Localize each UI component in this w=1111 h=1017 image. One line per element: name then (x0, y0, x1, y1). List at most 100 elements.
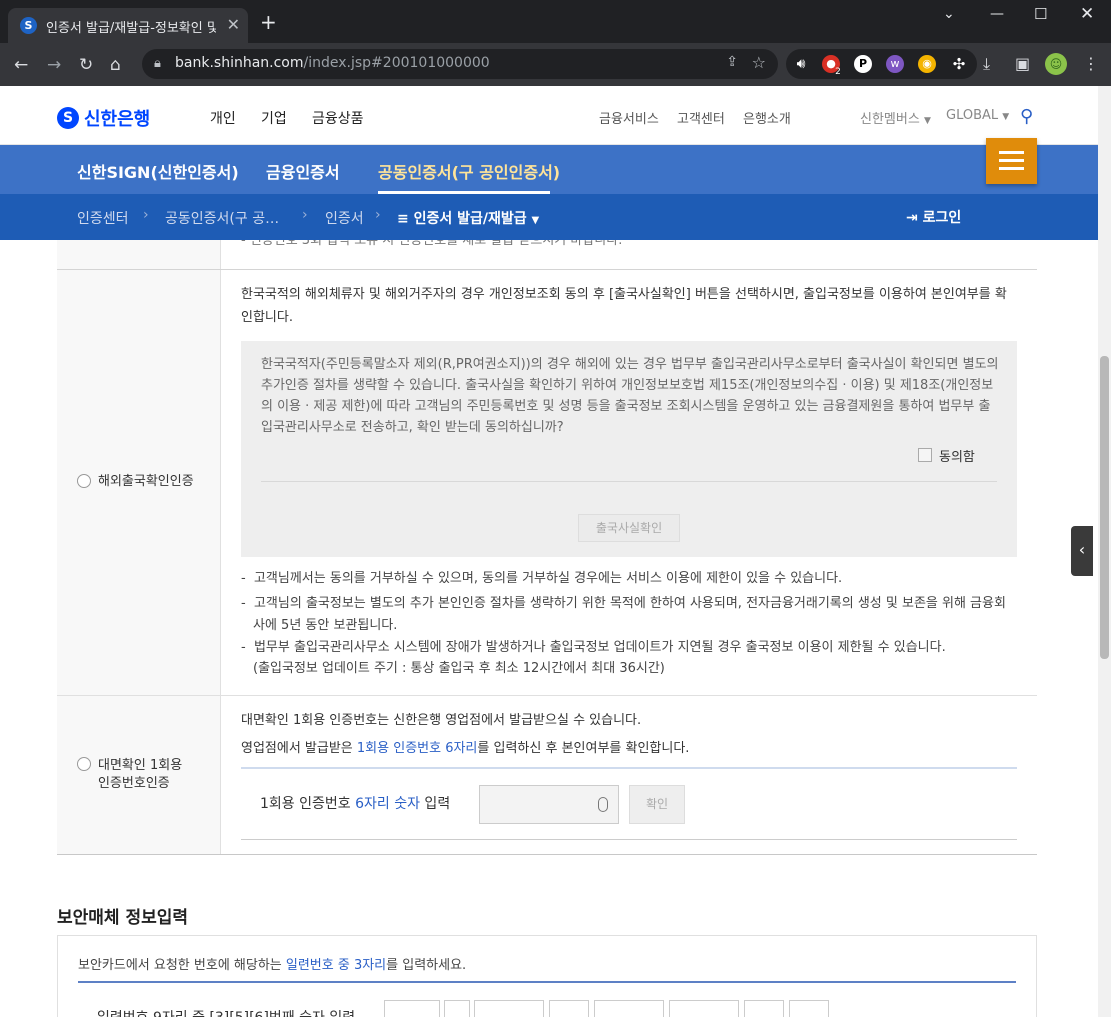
back-icon[interactable]: ← (14, 55, 28, 75)
consent-box: 한국국적자(주민등록말소자 제외(R,PR여권소지))의 경우 해외에 있는 경… (241, 341, 1017, 557)
main-content: - 인증번호 3회 입력 오류 시 인증번호를 새로 발급 받으시기 바랍니다.… (0, 240, 1098, 1017)
security-digit-cell[interactable] (474, 1000, 544, 1017)
util-about-bank[interactable]: 은행소개 (743, 108, 791, 127)
agree-checkbox[interactable] (918, 448, 932, 462)
breadcrumb-current[interactable]: ≡ 인증서 발급/재발급 ▼ (397, 208, 539, 228)
nav-personal[interactable]: 개인 (210, 108, 236, 128)
window-close-icon[interactable]: ✕ (1080, 4, 1094, 24)
breadcrumb-cert-center[interactable]: 인증센터 (77, 208, 129, 228)
maximize-icon[interactable]: ☐ (1034, 5, 1047, 23)
url-text: bank.shinhan.com/index.jsp#200101000000 (175, 55, 490, 71)
security-digit-cell[interactable] (444, 1000, 470, 1017)
extension-badge: 2 (835, 67, 841, 77)
f2f-auth-label-2: 인증번호인증 (98, 776, 170, 791)
nav-products[interactable]: 금융상품 (312, 108, 364, 128)
otp-row-top-line (241, 767, 1017, 769)
otp-confirm-button[interactable]: 확인 (629, 785, 685, 824)
tab-financial-cert[interactable]: 금융인증서 (266, 159, 340, 183)
home-icon[interactable]: ⌂ (110, 55, 121, 75)
color-extension-icon[interactable]: ◉ (918, 55, 936, 73)
breadcrumb-certificate[interactable]: 인증서 (325, 208, 364, 228)
security-digit-cell[interactable] (669, 1000, 739, 1017)
note-3: - 법무부 출입국관리사무소 시스템에 장애가 발생하거나 출입국정보 업데이트… (241, 640, 946, 655)
agree-label[interactable]: 동의함 (939, 446, 975, 465)
otp-input-label: 1회용 인증번호 6자리 숫자 입력 (260, 796, 451, 812)
bookmark-star-icon[interactable]: ☆ (752, 53, 766, 72)
nav-business[interactable]: 기업 (261, 108, 287, 128)
f2f-line-2: 영업점에서 발급받은 1회용 인증번호 6자리를 입력하신 후 본인여부를 확인… (241, 741, 690, 756)
table-bottom-line (57, 854, 1037, 855)
row-divider (57, 695, 1037, 696)
exit-confirm-button[interactable]: 출국사실확인 (578, 514, 680, 542)
chevron-right-icon: › (375, 207, 381, 223)
chevron-right-icon: › (143, 207, 149, 223)
breadcrumb-joint-cert[interactable]: 공동인증서(구 공… (165, 208, 279, 228)
address-bar[interactable]: 🔒︎ bank.shinhan.com/index.jsp#2001010000… (142, 49, 778, 79)
security-digit-cell[interactable] (384, 1000, 440, 1017)
puzzle-extensions-icon[interactable]: ✣ (950, 55, 968, 73)
scrollbar-thumb[interactable] (1100, 356, 1109, 659)
overseas-auth-radio[interactable] (77, 474, 91, 488)
tab-close-icon[interactable]: ✕ (227, 15, 240, 34)
overseas-auth-label: 해외출국확인인증 (98, 474, 194, 489)
tab-title: 인증서 발급/재발급-정보확인 및 (46, 21, 216, 36)
consent-divider (261, 481, 997, 482)
hamburger-menu-button[interactable] (986, 138, 1037, 184)
side-panel-toggle-button[interactable]: ‹ (1071, 526, 1093, 576)
otp-input-field[interactable] (479, 785, 619, 824)
tab-shinhan-sign[interactable]: 신한SIGN(신한인증서) (77, 159, 239, 183)
column-divider (220, 240, 221, 854)
row-divider (57, 269, 1037, 270)
side-panel-icon[interactable]: ▣ (1015, 54, 1030, 73)
overseas-intro: 한국국적의 해외체류자 및 해외거주자의 경우 개인정보조회 동의 후 [출국사… (241, 287, 1007, 325)
tab-joint-cert[interactable]: 공동인증서(구 공인인증서) (378, 159, 560, 183)
shinhan-logo-icon: S (57, 107, 79, 129)
login-button[interactable]: ⇥ 로그인 (906, 207, 961, 227)
util-financial-services[interactable]: 금융서비스 (599, 108, 659, 127)
new-tab-icon[interactable]: + (260, 12, 277, 32)
site-header: S 신한은행 개인 기업 금융상품 금융서비스 고객센터 은행소개 신한멤버스 … (0, 86, 1098, 145)
w-extension-icon[interactable]: w (886, 55, 904, 73)
lock-icon[interactable]: 🔒︎ (154, 56, 161, 71)
note-1: - 고객님께서는 동의를 거부하실 수 있으며, 동의를 거부하실 경우에는 서… (241, 571, 843, 586)
tab-search-chevron-icon[interactable]: ⌄ (943, 6, 955, 22)
security-input-label: 일련번호 9자리 중 [3][5][6]번째 숫자 입력 (97, 1007, 355, 1017)
chevron-right-icon: › (302, 207, 308, 223)
p-extension-icon[interactable]: P (854, 55, 872, 73)
login-icon: ⇥ (906, 210, 918, 226)
security-digit-cell[interactable] (789, 1000, 829, 1017)
global-dropdown[interactable]: GLOBAL ▼ (946, 108, 1009, 123)
f2f-auth-radio[interactable] (77, 757, 91, 771)
browser-menu-icon[interactable]: ⋮ (1083, 54, 1099, 73)
browser-tab[interactable]: S 인증서 발급/재발급-정보확인 및 ✕ (8, 8, 248, 43)
util-customer-center[interactable]: 고객센터 (677, 108, 725, 127)
security-description: 보안카드에서 요청한 번호에 해당하는 일련번호 중 3자리를 입력하세요. (78, 958, 467, 973)
reload-icon[interactable]: ↻ (79, 55, 93, 75)
shinhan-logo[interactable]: S 신한은행 (57, 105, 150, 131)
profile-avatar[interactable]: ☺ (1045, 53, 1067, 75)
note-2: - 고객님의 출국정보는 별도의 추가 본인인증 절차를 생략하기 위한 목적에… (241, 596, 1006, 633)
mouse-keypad-icon[interactable] (598, 797, 608, 812)
members-dropdown[interactable]: 신한멤버스 ▼ (860, 108, 931, 127)
security-digit-cell[interactable] (549, 1000, 589, 1017)
breadcrumb: 인증센터 › 공동인증서(구 공… › 인증서 › ≡ 인증서 발급/재발급 ▼… (0, 194, 1098, 240)
security-digit-cell[interactable] (594, 1000, 664, 1017)
shinhan-favicon-icon: S (20, 17, 37, 34)
minimize-icon[interactable]: — (990, 6, 1004, 22)
otp-row-bottom-line (241, 839, 1017, 840)
security-digit-cell[interactable] (744, 1000, 784, 1017)
consent-text: 한국국적자(주민등록말소자 제외(R,PR여권소지))의 경우 해외에 있는 경… (261, 357, 999, 435)
note-3-sub: (출입국정보 업데이트 주기 : 통상 출입국 후 최소 12시간에서 최대 3… (253, 661, 665, 676)
extensions-area: 🔊︎ ● 2 P w ◉ ✣ (786, 49, 977, 79)
forward-icon[interactable]: → (47, 55, 61, 75)
security-box (57, 935, 1037, 1017)
chevron-down-icon: ▼ (531, 215, 540, 226)
browser-tab-bar: S 인증서 발급/재발급-정보확인 및 ✕ + ⌄ — ☐ ✕ (0, 0, 1111, 43)
speaker-extension-icon[interactable]: 🔊︎ (792, 55, 810, 73)
security-section-title: 보안매체 정보입력 (57, 908, 189, 928)
f2f-line-1: 대면확인 1회용 인증번호는 신한은행 영업점에서 발급받으실 수 있습니다. (241, 713, 642, 728)
cut-off-note: - 인증번호 3회 입력 오류 시 인증번호를 새로 발급 받으시기 바랍니다. (241, 240, 623, 248)
share-icon[interactable]: ⇪ (726, 54, 738, 70)
download-icon[interactable]: ⤓ (983, 54, 990, 74)
search-icon[interactable]: ⚲ (1020, 106, 1033, 127)
